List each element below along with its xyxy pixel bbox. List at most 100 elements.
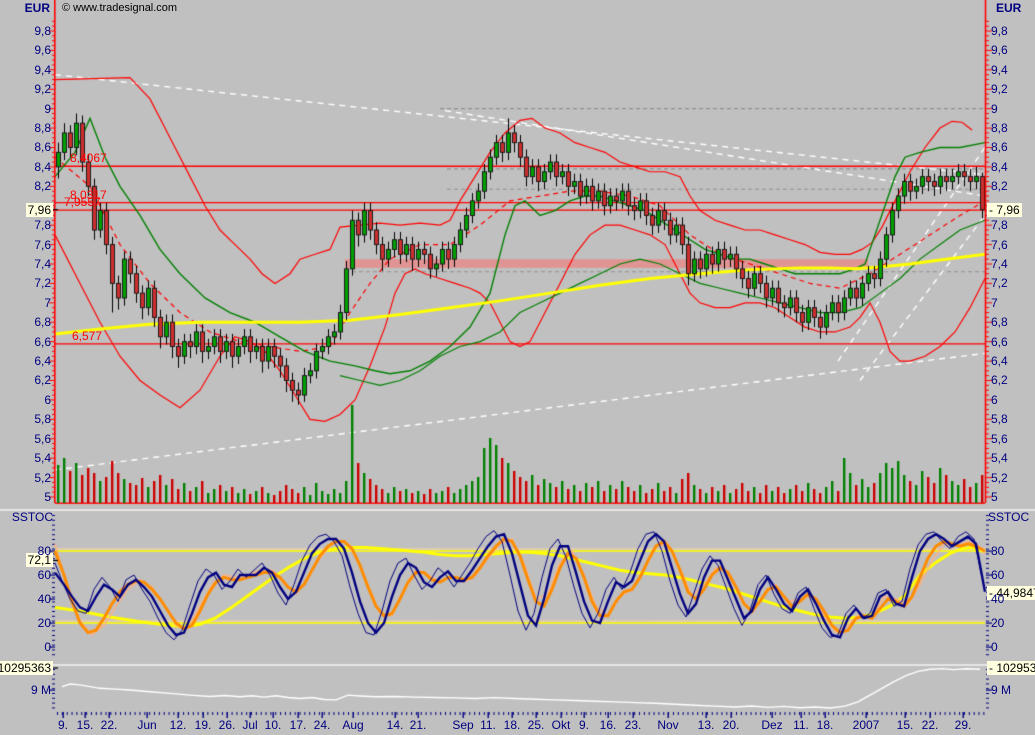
sstoc-tick-label-left: 20 xyxy=(3,617,51,629)
date-axis-label: Aug xyxy=(342,719,363,732)
price-tick-label-right: 8,8 xyxy=(991,122,1008,134)
price-tick-label-left: 5,4 xyxy=(3,452,51,464)
price-tick-label-right: 7,4 xyxy=(991,258,1008,270)
price-tick-label-right: 9,6 xyxy=(991,44,1008,56)
price-tick-label-right: 5,2 xyxy=(991,472,1008,484)
date-axis-label: 19. xyxy=(195,719,212,732)
tradesignal-chart-window: EUR © www.tradesignal.com EUR SSTOC SSTO… xyxy=(0,0,1035,735)
price-tick-label-left: 7,4 xyxy=(3,258,51,270)
sstoc-tick-label-right: 80 xyxy=(991,545,1004,557)
price-tick-label-left: 9,6 xyxy=(3,44,51,56)
price-tick-label-left: 6,6 xyxy=(3,336,51,348)
date-axis-label: 29. xyxy=(955,719,972,732)
chart-canvas[interactable] xyxy=(0,0,1035,735)
price-tick-label-left: 6,8 xyxy=(3,316,51,328)
price-tick-label-right: 6,4 xyxy=(991,355,1008,367)
date-axis-label: 15. xyxy=(77,719,94,732)
price-tick-label-left: 6,2 xyxy=(3,374,51,386)
price-tick-label-right: 7,8 xyxy=(991,219,1008,231)
price-tick-label-left: 7 xyxy=(3,297,51,309)
date-axis-label: 22. xyxy=(101,719,118,732)
sstoc-tick-label-left: 0 xyxy=(3,641,51,653)
date-axis-label: 11. xyxy=(793,719,809,732)
price-tick-label-right: 5,8 xyxy=(991,413,1008,425)
sstoc-tick-label-right: 20 xyxy=(991,617,1004,629)
sstoc-tick-label-left: 40 xyxy=(3,593,51,605)
date-axis-label: 12. xyxy=(170,719,187,732)
price-tick-label-right: 7 xyxy=(991,297,998,309)
sstoc-panel-title-left: SSTOC xyxy=(12,511,53,524)
price-tick-label-right: 6,6 xyxy=(991,336,1008,348)
price-tick-label-right: 5 xyxy=(991,491,998,503)
date-axis-label: 20. xyxy=(723,719,740,732)
last-price-badge-left: 7,96 xyxy=(26,203,53,217)
date-axis-label: 17. xyxy=(290,719,307,732)
price-tick-label-right: 8,4 xyxy=(991,161,1008,173)
price-tick-label-right: 9,2 xyxy=(991,83,1008,95)
date-axis-label: 13. xyxy=(698,719,715,732)
date-axis-label: 25. xyxy=(528,719,545,732)
date-axis-label: 15. xyxy=(897,719,914,732)
price-tick-label-left: 6 xyxy=(3,394,51,406)
date-axis-label: 10. xyxy=(265,719,282,732)
price-tick-label-left: 9,8 xyxy=(3,25,51,37)
price-tick-label-right: 9 xyxy=(991,103,998,115)
price-axis-currency-right: EUR xyxy=(996,2,1021,15)
price-tick-label-left: 9 xyxy=(3,103,51,115)
price-tick-label-left: 5,6 xyxy=(3,433,51,445)
date-axis-label: 24. xyxy=(314,719,331,732)
volume-tick-label-right: 9 M xyxy=(991,684,1011,696)
date-axis-label: Nov xyxy=(657,719,678,732)
date-axis-label: Jun xyxy=(137,719,156,732)
price-tick-label-right: 7,2 xyxy=(991,277,1008,289)
price-tick-label-left: 6,4 xyxy=(3,355,51,367)
price-tick-label-right: 8,2 xyxy=(991,180,1008,192)
price-tick-label-left: 8,4 xyxy=(3,161,51,173)
price-tick-label-right: 9,4 xyxy=(991,64,1008,76)
price-level-label: 7,9557 xyxy=(64,196,101,209)
volume-tick-label-left: 9 M xyxy=(3,684,51,696)
date-axis-label: Jul xyxy=(242,719,257,732)
price-tick-label-left: 7,8 xyxy=(3,219,51,231)
volume-value-badge-left: 10295363 xyxy=(0,661,53,675)
sstoc-tick-label-right: 40 xyxy=(991,593,1004,605)
date-axis-label: 9. xyxy=(579,719,589,732)
price-axis-currency-left: EUR xyxy=(25,2,50,15)
price-tick-label-left: 9,2 xyxy=(3,83,51,95)
price-tick-label-left: 8,2 xyxy=(3,180,51,192)
price-tick-label-left: 7,2 xyxy=(3,277,51,289)
price-level-label: 8,4067 xyxy=(70,152,107,165)
price-tick-label-left: 5,2 xyxy=(3,472,51,484)
price-tick-label-left: 7,6 xyxy=(3,239,51,251)
date-axis-label: 21. xyxy=(410,719,427,732)
sstoc-tick-label-right: 0 xyxy=(991,641,998,653)
price-tick-label-left: 8,6 xyxy=(3,141,51,153)
price-tick-label-right: 5,4 xyxy=(991,452,1008,464)
price-tick-label-left: 5 xyxy=(3,491,51,503)
price-tick-label-right: 6,8 xyxy=(991,316,1008,328)
date-axis-label: 26. xyxy=(219,719,236,732)
date-axis-label: 9. xyxy=(58,719,68,732)
price-tick-label-right: 9,8 xyxy=(991,25,1008,37)
volume-value-badge-right: - 10295363 xyxy=(987,661,1035,675)
date-axis-label: 23. xyxy=(625,719,642,732)
date-axis-label: 18. xyxy=(817,719,834,732)
date-axis-label: 11. xyxy=(480,719,496,732)
price-tick-label-left: 8,8 xyxy=(3,122,51,134)
price-tick-label-right: 6 xyxy=(991,394,998,406)
sstoc-tick-label-left: 80 xyxy=(3,545,51,557)
sstoc-tick-label-left: 60 xyxy=(3,569,51,581)
date-axis-label: 14. xyxy=(387,719,404,732)
date-axis-label: Okt xyxy=(552,719,571,732)
price-tick-label-right: 7,6 xyxy=(991,239,1008,251)
date-axis-label: 22. xyxy=(922,719,939,732)
sstoc-panel-title-right: SSTOC xyxy=(988,511,1029,524)
price-tick-label-right: 5,6 xyxy=(991,433,1008,445)
copyright: © www.tradesignal.com xyxy=(62,2,177,15)
price-tick-label-right: 6,2 xyxy=(991,374,1008,386)
date-axis-label: 2007 xyxy=(853,719,880,732)
sstoc-tick-label-right: 60 xyxy=(991,569,1004,581)
last-price-badge-right: - 7,96 xyxy=(987,203,1022,217)
price-tick-label-right: 8,6 xyxy=(991,141,1008,153)
date-axis-label: Dez xyxy=(761,719,782,732)
